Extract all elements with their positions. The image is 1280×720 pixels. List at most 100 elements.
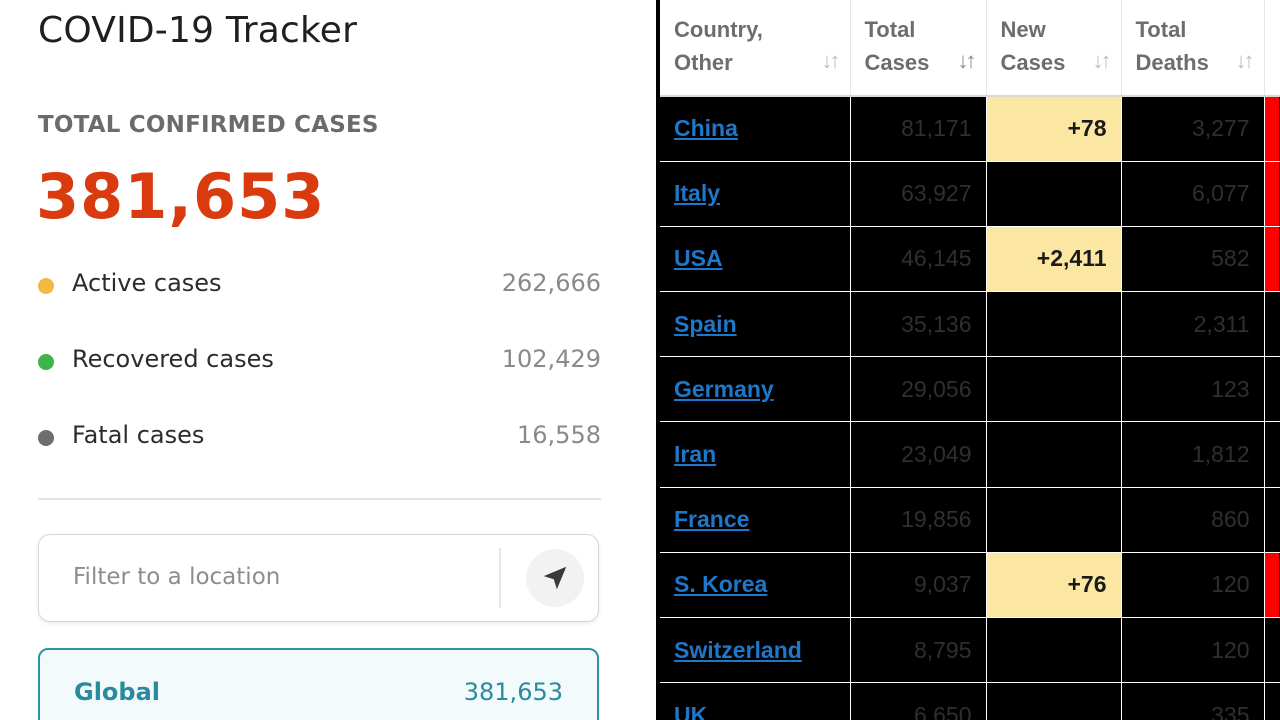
total-cases-cell: 6,650 (850, 682, 987, 720)
country-cell: USA (660, 226, 851, 293)
header-label: Other (674, 50, 733, 75)
header-label: Cases (864, 50, 930, 75)
table-row: Iran 23,049 1,812 (660, 421, 1280, 488)
country-cell: Germany (660, 356, 851, 423)
total-deaths-cell: 3,277 (1121, 96, 1265, 162)
new-deaths-cell (1264, 291, 1280, 358)
country-cell: Switzerland (660, 617, 851, 684)
country-cell: UK (660, 682, 851, 720)
new-cases-cell: +78 (986, 96, 1122, 162)
sort-icon[interactable]: ↓↑ (822, 44, 841, 77)
new-deaths-cell (1264, 552, 1280, 619)
new-deaths-marker (1264, 161, 1279, 226)
stat-value: 102,429 (501, 345, 601, 373)
new-deaths-cell (1264, 617, 1280, 684)
new-cases-cell (986, 617, 1122, 684)
new-cases-cell (986, 161, 1122, 227)
stat-value: 262,666 (501, 269, 601, 297)
new-cases-cell (986, 291, 1122, 358)
total-deaths-cell: 2,311 (1121, 291, 1265, 358)
total-confirmed-label: TOTAL CONFIRMED CASES (38, 112, 379, 138)
country-link[interactable]: USA (674, 245, 723, 271)
country-link[interactable]: S. Korea (674, 571, 767, 597)
sort-icon[interactable]: ↓↑ (1093, 44, 1112, 77)
location-filter-input[interactable] (73, 555, 493, 599)
new-cases-cell (986, 682, 1122, 720)
table-row: France 19,856 860 (660, 487, 1280, 553)
locate-me-button[interactable] (526, 549, 584, 607)
header-country[interactable]: Country, Other ↓↑ (660, 0, 851, 97)
country-table: Country, Other ↓↑ Total Cases ↓↑ New Cas… (660, 0, 1280, 720)
stat-label: Active cases (72, 269, 222, 297)
country-link[interactable]: Spain (674, 311, 737, 337)
table-row: USA 46,145 +2,411 582 (660, 226, 1280, 293)
new-deaths-marker (1264, 226, 1279, 292)
new-cases-cell: +76 (986, 552, 1122, 619)
stat-label: Recovered cases (72, 345, 274, 373)
recovered-dot-icon (38, 354, 54, 370)
new-deaths-cell (1264, 487, 1280, 553)
global-value: 381,653 (463, 678, 563, 706)
total-deaths-cell: 120 (1121, 617, 1265, 684)
total-confirmed-value: 381,653 (36, 160, 326, 233)
table-row: Italy 63,927 6,077 (660, 161, 1280, 227)
table-row: Spain 35,136 2,311 (660, 291, 1280, 358)
new-cases-cell (986, 356, 1122, 423)
new-deaths-cell (1264, 226, 1280, 293)
country-link[interactable]: UK (674, 702, 707, 720)
active-dot-icon (38, 278, 54, 294)
country-cell: China (660, 96, 851, 162)
country-link[interactable]: Switzerland (674, 637, 802, 663)
table-row: S. Korea 9,037 +76 120 (660, 552, 1280, 619)
header-total-deaths[interactable]: Total Deaths ↓↑ (1121, 0, 1265, 97)
new-deaths-cell (1264, 161, 1280, 227)
total-deaths-cell: 582 (1121, 226, 1265, 293)
total-deaths-cell: 6,077 (1121, 161, 1265, 227)
global-label: Global (74, 678, 161, 706)
filter-separator (499, 548, 501, 608)
total-deaths-cell: 120 (1121, 552, 1265, 619)
new-deaths-marker (1264, 552, 1279, 617)
header-label: Country, (674, 17, 763, 42)
location-arrow-icon (543, 566, 567, 590)
total-cases-cell: 23,049 (850, 421, 987, 488)
new-cases-cell: +2,411 (986, 226, 1122, 293)
table-row: China 81,171 +78 3,277 (660, 96, 1280, 162)
total-deaths-cell: 860 (1121, 487, 1265, 553)
total-cases-cell: 29,056 (850, 356, 987, 423)
country-table-panel: Country, Other ↓↑ Total Cases ↓↑ New Cas… (660, 0, 1280, 720)
country-cell: Iran (660, 421, 851, 488)
table-body: China 81,171 +78 3,277 Italy 63,927 6,077 USA 46… (660, 96, 1280, 720)
table-row: UK 6,650 335 (660, 682, 1280, 720)
divider (38, 498, 601, 500)
new-deaths-cell (1264, 356, 1280, 423)
sort-icon[interactable]: ↓↑ (1236, 44, 1255, 77)
country-link[interactable]: Germany (674, 376, 774, 402)
new-deaths-cell (1264, 96, 1280, 162)
stat-active: Active cases 262,666 (38, 265, 601, 305)
total-cases-cell: 63,927 (850, 161, 987, 227)
global-location-item[interactable]: Global 381,653 (38, 648, 599, 720)
sort-descending-icon[interactable]: ↓↑ (958, 44, 977, 77)
header-label: Cases (1000, 50, 1066, 75)
header-new-cases[interactable]: New Cases ↓↑ (986, 0, 1122, 97)
country-cell: Spain (660, 291, 851, 358)
header-next-column (1264, 0, 1280, 97)
new-deaths-cell (1264, 682, 1280, 720)
new-cases-cell (986, 487, 1122, 553)
country-link[interactable]: Italy (674, 180, 720, 206)
header-label: New (1000, 17, 1046, 42)
stat-recovered: Recovered cases 102,429 (38, 341, 601, 381)
app-title: COVID-19 Tracker (38, 10, 358, 51)
total-cases-cell: 46,145 (850, 226, 987, 293)
total-cases-cell: 9,037 (850, 552, 987, 619)
country-cell: Italy (660, 161, 851, 227)
location-filter (38, 534, 599, 622)
total-deaths-cell: 1,812 (1121, 421, 1265, 488)
header-total-cases[interactable]: Total Cases ↓↑ (850, 0, 987, 97)
country-link[interactable]: France (674, 506, 749, 532)
country-link[interactable]: China (674, 115, 738, 141)
header-label: Total (864, 17, 916, 42)
country-link[interactable]: Iran (674, 441, 716, 467)
country-cell: S. Korea (660, 552, 851, 619)
